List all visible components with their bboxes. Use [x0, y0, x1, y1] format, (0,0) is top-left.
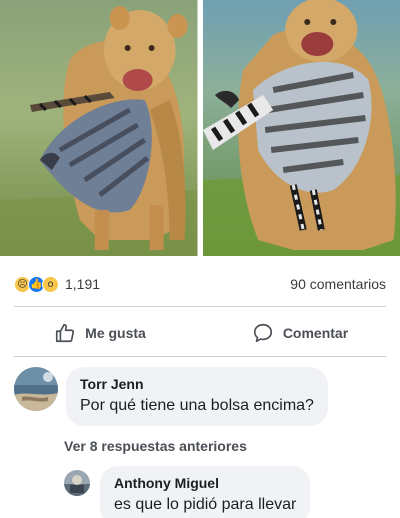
comment: Torr Jenn Por qué tiene una bolsa encima…	[14, 367, 328, 426]
like-button[interactable]: Me gusta	[0, 314, 200, 352]
post-stats-bar: ☹ 👍 o 1,191 90 comentarios	[14, 272, 386, 296]
wow-reaction-icon: o	[42, 275, 59, 293]
avatar[interactable]	[14, 367, 58, 411]
comment-label: Comentar	[282, 325, 349, 341]
lion-zebra-photo-left	[0, 0, 198, 256]
post-photo-right[interactable]	[202, 0, 400, 256]
like-label: Me gusta	[85, 325, 146, 341]
reply-bubble: Anthony Miguel es que lo pidió para llev…	[100, 466, 311, 518]
profile-avatar-image	[64, 470, 90, 496]
view-previous-replies-link[interactable]: Ver 8 respuestas anteriores	[64, 438, 247, 454]
comments-count[interactable]: 90 comentarios	[290, 276, 386, 292]
thumbs-up-icon	[54, 322, 76, 344]
comment-bubble: Torr Jenn Por qué tiene una bolsa encima…	[66, 367, 328, 426]
reply: Anthony Miguel es que lo pidió para llev…	[64, 466, 311, 518]
beach-avatar-image	[14, 367, 58, 411]
comment-button[interactable]: Comentar	[200, 314, 400, 352]
reactions-summary[interactable]: ☹ 👍 o 1,191	[14, 275, 101, 293]
post-photos	[0, 0, 400, 256]
post-photo-left[interactable]	[0, 0, 198, 256]
comment-author[interactable]: Torr Jenn	[80, 375, 314, 393]
divider-top	[14, 306, 386, 307]
comment-text: Por qué tiene una bolsa encima?	[80, 397, 314, 414]
post-actions: Me gusta Comentar	[0, 314, 400, 352]
reaction-count: 1,191	[65, 276, 101, 292]
comment-bubble-icon	[252, 322, 274, 344]
lion-zebra-photo-right	[202, 0, 400, 256]
reply-author[interactable]: Anthony Miguel	[114, 474, 296, 492]
reply-text: es que lo pidió para llevar	[114, 496, 297, 513]
divider-bottom	[14, 356, 386, 357]
avatar[interactable]	[64, 470, 90, 496]
